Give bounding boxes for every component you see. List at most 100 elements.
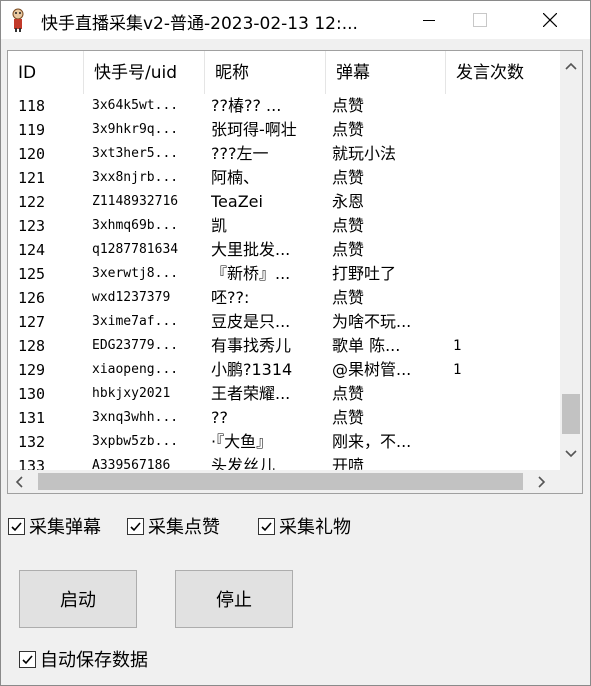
chevron-right-icon xyxy=(538,475,546,488)
maximize-button[interactable] xyxy=(457,1,503,39)
cell-uid: 3x64k5wt... xyxy=(92,98,179,113)
collect-danmu-checkbox[interactable]: 采集弹幕 xyxy=(8,515,101,538)
cell-id: 131 xyxy=(18,409,46,427)
scroll-down-button[interactable] xyxy=(563,447,579,461)
scroll-left-button[interactable] xyxy=(12,474,26,489)
cell-nickname: ???左一 xyxy=(211,144,269,163)
cell-id: 125 xyxy=(18,265,46,283)
cell-uid: 3xime7af... xyxy=(92,314,179,329)
scroll-up-button[interactable] xyxy=(563,59,579,73)
cell-nickname: 凯 xyxy=(211,216,228,235)
app-icon xyxy=(12,8,24,32)
cell-id: 122 xyxy=(18,193,46,211)
table-row[interactable]: 122 Z1148932716 TeaZei 永恩 xyxy=(8,190,560,214)
table-row[interactable]: 125 3xerwtj8... 『新桥』... 打野吐了 xyxy=(8,262,560,286)
table-row[interactable]: 124 q1287781634 大里批发... 点赞 xyxy=(8,238,560,262)
cell-id: 119 xyxy=(18,121,46,139)
vertical-scrollbar[interactable] xyxy=(560,51,582,470)
table-row[interactable]: 126 wxd1237379 呸??: 点赞 xyxy=(8,286,560,310)
close-button[interactable] xyxy=(527,1,573,39)
checkbox-box[interactable] xyxy=(8,517,25,535)
cell-danmu: 点赞 xyxy=(332,288,365,307)
column-header-uid[interactable]: 快手号/uid xyxy=(84,51,205,94)
cell-count xyxy=(453,382,553,406)
cell-id: 126 xyxy=(18,289,46,307)
cell-danmu: 就玩小法 xyxy=(332,144,397,163)
cell-danmu: 点赞 xyxy=(332,408,365,427)
checkbox-box[interactable] xyxy=(258,517,275,535)
cell-uid: A339567186 xyxy=(92,458,171,470)
cell-nickname: 大里批发... xyxy=(211,240,291,259)
table-row[interactable]: 128 EDG23779... 有事找秀儿 歌单 陈... 1 xyxy=(8,334,560,358)
table-row[interactable]: 129 xiaopeng... 小鹏?1314 @果树管... 1 xyxy=(8,358,560,382)
cell-nickname: 张珂得-啊壮 xyxy=(211,120,297,139)
check-icon xyxy=(22,654,33,664)
window-title: 快手直播采集v2-普通-2023-02-13 12:... xyxy=(41,14,358,34)
cell-id: 123 xyxy=(18,217,46,235)
collect-like-label: 采集点赞 xyxy=(148,517,220,538)
cell-id: 132 xyxy=(18,433,46,451)
cell-id: 118 xyxy=(18,97,46,115)
cell-uid: 3xnq3whh... xyxy=(92,410,179,425)
table-row[interactable]: 132 3xpbw5zb... ·『大鱼』 刚来，不... xyxy=(8,430,560,454)
danmu-list[interactable]: ID 快手号/uid 昵称 弹幕 发言次数 118 3x64k5wt... ??椿?… xyxy=(7,50,583,494)
column-header-nickname[interactable]: 昵称 xyxy=(205,51,326,94)
cell-nickname: ??椿?? ... xyxy=(211,96,282,115)
cell-uid: 3xerwtj8... xyxy=(92,266,179,281)
table-row[interactable]: 119 3x9hkr9q... 张珂得-啊壮 点赞 xyxy=(8,118,560,142)
table-row[interactable]: 127 3xime7af... 豆皮是只... 为啥不玩... xyxy=(8,310,560,334)
cell-nickname: 有事找秀儿 xyxy=(211,336,292,355)
table-row[interactable]: 120 3xt3her5... ???左一 就玩小法 xyxy=(8,142,560,166)
cell-count: 1 xyxy=(453,338,462,354)
table-row[interactable]: 118 3x64k5wt... ??椿?? ... 点赞 xyxy=(8,94,560,118)
cell-nickname: 王者荣耀... xyxy=(211,384,291,403)
cell-uid: xiaopeng... xyxy=(92,362,179,377)
column-header-id[interactable]: ID xyxy=(8,51,84,94)
scroll-right-button[interactable] xyxy=(535,474,549,489)
chevron-down-icon xyxy=(565,450,577,458)
cell-nickname: 豆皮是只... xyxy=(211,312,291,331)
title-bar: 快手直播采集v2-普通-2023-02-13 12:... xyxy=(1,1,590,39)
collect-like-checkbox[interactable]: 采集点赞 xyxy=(127,515,220,538)
start-button[interactable]: 启动 xyxy=(19,570,137,628)
cell-count xyxy=(453,262,553,286)
horizontal-scroll-thumb[interactable] xyxy=(38,473,523,490)
horizontal-scrollbar[interactable] xyxy=(8,470,560,493)
app-window: 快手直播采集v2-普通-2023-02-13 12:... ID 快手号/uid… xyxy=(0,0,591,686)
close-icon xyxy=(543,13,557,27)
table-row[interactable]: 121 3xx8njrb... 阿楠、 点赞 xyxy=(8,166,560,190)
cell-id: 120 xyxy=(18,145,46,163)
column-header-danmu[interactable]: 弹幕 xyxy=(326,51,446,94)
check-icon xyxy=(130,521,141,531)
table-row[interactable]: 130 hbkjxy2021 王者荣耀... 点赞 xyxy=(8,382,560,406)
column-header-count[interactable]: 发言次数 xyxy=(446,51,560,94)
cell-count xyxy=(453,406,553,430)
cell-nickname: 『新桥』... xyxy=(211,264,291,283)
cell-id: 127 xyxy=(18,313,46,331)
cell-danmu: 点赞 xyxy=(332,96,365,115)
minimize-icon xyxy=(423,20,435,21)
stop-button[interactable]: 停止 xyxy=(175,570,293,628)
cell-count xyxy=(453,430,553,454)
collect-gift-checkbox[interactable]: 采集礼物 xyxy=(258,515,351,538)
collect-danmu-label: 采集弹幕 xyxy=(29,517,101,538)
check-icon xyxy=(261,521,272,531)
vertical-scroll-thumb[interactable] xyxy=(562,394,580,434)
cell-danmu: 歌单 陈... xyxy=(332,336,401,355)
minimize-button[interactable] xyxy=(406,1,452,39)
cell-nickname: 小鹏?1314 xyxy=(211,360,293,379)
cell-count xyxy=(453,166,553,190)
cell-id: 121 xyxy=(18,169,46,187)
cell-uid: 3xx8njrb... xyxy=(92,170,179,185)
auto-save-checkbox[interactable]: 自动保存数据 xyxy=(19,648,148,671)
cell-count xyxy=(453,142,553,166)
checkbox-box[interactable] xyxy=(127,517,144,535)
cell-uid: hbkjxy2021 xyxy=(92,386,171,401)
checkbox-box[interactable] xyxy=(19,650,36,668)
table-row[interactable]: 133 A339567186 头发丝儿 开喷 xyxy=(8,454,560,470)
table-row[interactable]: 131 3xnq3whh...?? 点赞 xyxy=(8,406,560,430)
collect-gift-label: 采集礼物 xyxy=(279,517,351,538)
table-row[interactable]: 123 3xhmq69b... 凯 点赞 xyxy=(8,214,560,238)
cell-nickname: ·『大鱼』 xyxy=(211,432,273,451)
cell-id: 133 xyxy=(18,457,46,470)
